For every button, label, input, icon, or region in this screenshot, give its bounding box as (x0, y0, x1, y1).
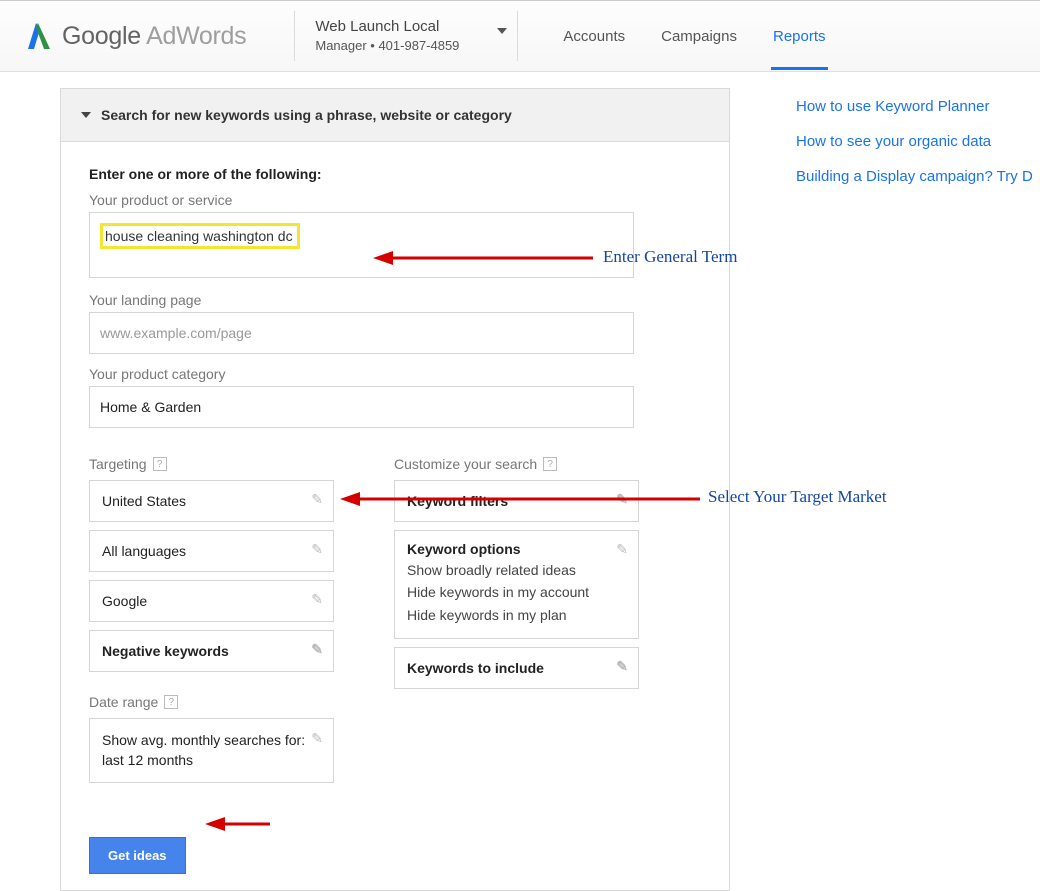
keyword-filters-box[interactable]: Keyword filters ✎ (394, 480, 639, 522)
panel-title: Search for new keywords using a phrase, … (101, 107, 512, 123)
panel-header[interactable]: Search for new keywords using a phrase, … (61, 89, 729, 142)
panel-body: Enter one or more of the following: Your… (61, 142, 729, 890)
pencil-icon: ✎ (616, 491, 628, 508)
daterange-value: Show avg. monthly searches for: last 12 … (102, 732, 305, 768)
product-input[interactable]: house cleaning washington dc (89, 212, 634, 278)
customize-head: Customize your search ? (394, 456, 639, 472)
keyword-panel: Search for new keywords using a phrase, … (60, 88, 730, 891)
pencil-icon: ✎ (311, 641, 323, 658)
targeting-languages[interactable]: All languages ✎ (89, 530, 334, 572)
keyword-option-line: Hide keywords in my plan (407, 604, 626, 626)
daterange-box[interactable]: Show avg. monthly searches for: last 12 … (89, 718, 334, 783)
targeting-location[interactable]: United States ✎ (89, 480, 334, 522)
sidebar-link[interactable]: How to use Keyword Planner (796, 98, 1033, 115)
pencil-icon: ✎ (616, 658, 628, 675)
category-label: Your product category (89, 366, 701, 382)
targeting-head-label: Targeting (89, 456, 147, 472)
product-value-highlight: house cleaning washington dc (100, 223, 300, 249)
top-bar: Google AdWords Web Launch Local Manager … (0, 0, 1040, 72)
keywords-include-box[interactable]: Keywords to include ✎ (394, 647, 639, 689)
keyword-filters-label: Keyword filters (407, 493, 508, 509)
nav-campaigns[interactable]: Campaigns (659, 3, 739, 70)
targeting-location-label: United States (102, 493, 186, 509)
account-switcher[interactable]: Web Launch Local Manager • 401-987-4859 (313, 16, 499, 55)
sidebar-link[interactable]: How to see your organic data (796, 133, 1033, 150)
customize-column: Customize your search ? Keyword filters … (394, 456, 639, 791)
pencil-icon: ✎ (311, 729, 323, 749)
keywords-include-label: Keywords to include (407, 660, 544, 676)
keyword-option-line: Hide keywords in my account (407, 581, 626, 603)
main-area: Search for new keywords using a phrase, … (0, 72, 1040, 891)
targeting-negative-label: Negative keywords (102, 643, 229, 659)
nav-accounts[interactable]: Accounts (561, 3, 627, 70)
divider (517, 11, 518, 61)
targeting-network[interactable]: Google ✎ (89, 580, 334, 622)
pencil-icon: ✎ (616, 541, 628, 558)
customize-head-label: Customize your search (394, 456, 537, 472)
daterange-head-label: Date range (89, 694, 158, 710)
help-icon[interactable]: ? (153, 457, 167, 471)
targeting-column: Targeting ? United States ✎ All language… (89, 456, 334, 791)
collapse-icon (81, 112, 91, 118)
help-icon[interactable]: ? (164, 695, 178, 709)
brand-logo: Google AdWords (24, 21, 276, 51)
landing-input[interactable]: www.example.com/page (89, 312, 634, 354)
top-nav: Accounts Campaigns Reports (561, 3, 827, 70)
divider (294, 11, 295, 61)
get-ideas-button[interactable]: Get ideas (89, 837, 186, 874)
targeting-head: Targeting ? (89, 456, 334, 472)
columns: Targeting ? United States ✎ All language… (89, 456, 701, 791)
brand-text: Google AdWords (62, 22, 246, 51)
pencil-icon: ✎ (311, 541, 323, 558)
pencil-icon: ✎ (311, 491, 323, 508)
product-label: Your product or service (89, 192, 701, 208)
category-input[interactable]: Home & Garden (89, 386, 634, 428)
nav-reports[interactable]: Reports (771, 3, 828, 70)
landing-label: Your landing page (89, 292, 701, 308)
targeting-languages-label: All languages (102, 543, 186, 559)
sidebar-link[interactable]: Building a Display campaign? Try D (796, 168, 1033, 185)
account-sub: Manager • 401-987-4859 (315, 37, 459, 55)
keyword-option-line: Show broadly related ideas (407, 559, 626, 581)
keyword-options-head: Keyword options (407, 541, 626, 557)
pencil-icon: ✎ (311, 591, 323, 608)
keyword-options-box[interactable]: Keyword options Show broadly related ide… (394, 530, 639, 639)
chevron-down-icon (497, 28, 507, 34)
help-sidebar: How to use Keyword Planner How to see yo… (730, 88, 1033, 891)
targeting-network-label: Google (102, 593, 147, 609)
targeting-negative[interactable]: Negative keywords ✎ (89, 630, 334, 672)
help-icon[interactable]: ? (543, 457, 557, 471)
daterange-head: Date range ? (89, 694, 334, 710)
adwords-logo-icon (24, 21, 52, 51)
section-lead: Enter one or more of the following: (89, 166, 701, 182)
account-name: Web Launch Local (315, 16, 459, 37)
